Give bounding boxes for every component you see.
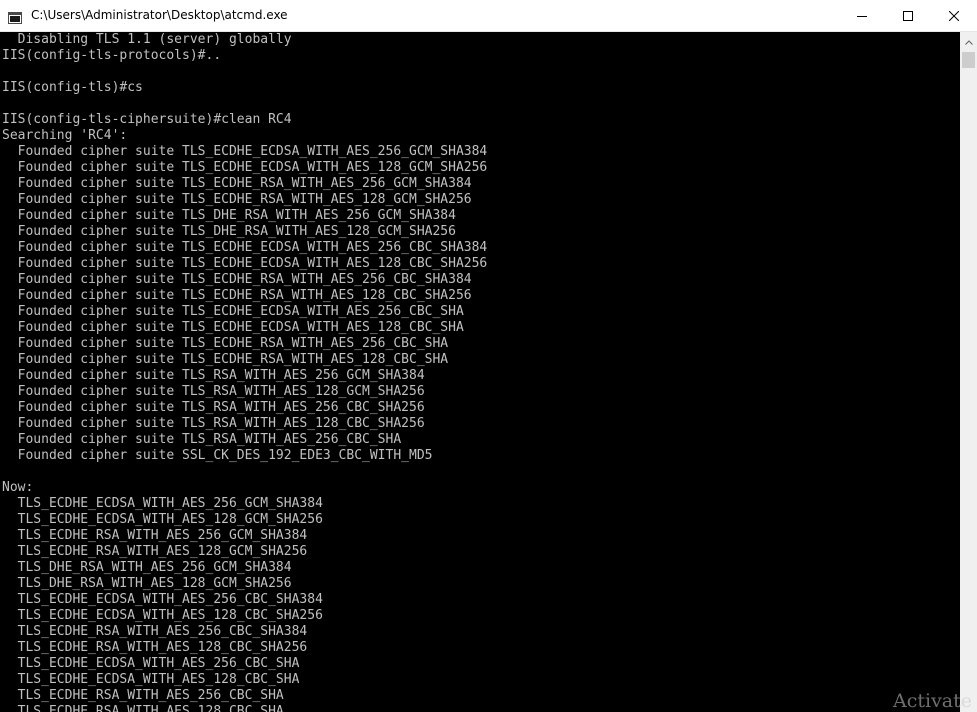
console-line: Searching 'RC4': <box>2 128 128 143</box>
console-line: Founded cipher suite TLS_ECDHE_RSA_WITH_… <box>2 176 472 191</box>
console-line: Now: <box>2 480 34 495</box>
minimize-icon <box>857 6 867 25</box>
console-line: Founded cipher suite TLS_ECDHE_RSA_WITH_… <box>2 336 449 351</box>
console-line: TLS_ECDHE_ECDSA_WITH_AES_128_CBC_SHA256 <box>2 608 323 623</box>
maximize-button[interactable] <box>885 0 931 31</box>
maximize-icon <box>903 6 913 25</box>
console-line: Founded cipher suite TLS_ECDHE_ECDSA_WIT… <box>2 320 464 335</box>
console-line: Founded cipher suite TLS_ECDHE_RSA_WITH_… <box>2 272 472 287</box>
console-line: TLS_ECDHE_RSA_WITH_AES_128_CBC_SHA <box>2 704 284 712</box>
vertical-scrollbar[interactable] <box>960 32 977 712</box>
minimize-button[interactable] <box>839 0 885 31</box>
close-icon <box>948 6 960 25</box>
console-line: Founded cipher suite TLS_RSA_WITH_AES_25… <box>2 400 425 415</box>
console-line: Founded cipher suite TLS_ECDHE_ECDSA_WIT… <box>2 304 464 319</box>
console-line: TLS_ECDHE_RSA_WITH_AES_256_CBC_SHA384 <box>2 624 308 639</box>
scrollbar-thumb[interactable] <box>962 52 975 68</box>
console-line: TLS_ECDHE_ECDSA_WITH_AES_256_GCM_SHA384 <box>2 496 323 511</box>
console-line: TLS_ECDHE_ECDSA_WITH_AES_256_CBC_SHA384 <box>2 592 323 607</box>
console-line: Founded cipher suite SSL_CK_DES_192_EDE3… <box>2 448 433 463</box>
console-line: Founded cipher suite TLS_RSA_WITH_AES_12… <box>2 384 425 399</box>
console-line: TLS_ECDHE_RSA_WITH_AES_128_GCM_SHA256 <box>2 544 308 559</box>
console-line: Founded cipher suite TLS_ECDHE_ECDSA_WIT… <box>2 144 488 159</box>
console-line: Founded cipher suite TLS_DHE_RSA_WITH_AE… <box>2 208 456 223</box>
console-line: Founded cipher suite TLS_ECDHE_RSA_WITH_… <box>2 192 472 207</box>
console-line: Founded cipher suite TLS_RSA_WITH_AES_25… <box>2 368 425 383</box>
console-line: Founded cipher suite TLS_ECDHE_ECDSA_WIT… <box>2 160 488 175</box>
console-line: TLS_ECDHE_RSA_WITH_AES_256_CBC_SHA <box>2 688 284 703</box>
console-line: IIS(config-tls)#cs <box>2 80 143 95</box>
console-line: Founded cipher suite TLS_RSA_WITH_AES_25… <box>2 432 402 447</box>
window-title: C:\Users\Administrator\Desktop\atcmd.exe <box>31 8 288 22</box>
console-line: Founded cipher suite TLS_DHE_RSA_WITH_AE… <box>2 224 456 239</box>
console-app-icon[interactable] <box>8 9 22 24</box>
console-line: TLS_DHE_RSA_WITH_AES_128_GCM_SHA256 <box>2 576 292 591</box>
console-line: TLS_DHE_RSA_WITH_AES_256_GCM_SHA384 <box>2 560 292 575</box>
console-line: IIS(config-tls-protocols)#.. <box>2 48 222 63</box>
console-line: TLS_ECDHE_ECDSA_WITH_AES_128_GCM_SHA256 <box>2 512 323 527</box>
console-output-area[interactable]: Disabling TLS 1.1 (server) globally IIS(… <box>0 32 960 712</box>
console-line: TLS_ECDHE_RSA_WITH_AES_128_CBC_SHA256 <box>2 640 308 655</box>
console-window: C:\Users\Administrator\Desktop\atcmd.exe <box>0 0 977 712</box>
console-line: Founded cipher suite TLS_ECDHE_ECDSA_WIT… <box>2 256 488 271</box>
console-line: Disabling TLS 1.1 (server) globally <box>2 32 292 47</box>
close-button[interactable] <box>931 0 977 31</box>
console-line: IIS(config-tls-ciphersuite)#clean RC4 <box>2 112 292 127</box>
console-output: Disabling TLS 1.1 (server) globally IIS(… <box>0 32 960 712</box>
console-line: TLS_ECDHE_ECDSA_WITH_AES_256_CBC_SHA <box>2 656 300 671</box>
title-bar[interactable]: C:\Users\Administrator\Desktop\atcmd.exe <box>0 0 977 32</box>
console-line: TLS_ECDHE_ECDSA_WITH_AES_128_CBC_SHA <box>2 672 300 687</box>
console-line: Founded cipher suite TLS_ECDHE_RSA_WITH_… <box>2 352 449 367</box>
console-line: Founded cipher suite TLS_ECDHE_RSA_WITH_… <box>2 288 472 303</box>
console-line: TLS_ECDHE_RSA_WITH_AES_256_GCM_SHA384 <box>2 528 308 543</box>
chevron-up-icon <box>964 32 973 50</box>
console-line: Founded cipher suite TLS_RSA_WITH_AES_12… <box>2 416 425 431</box>
scroll-up-button[interactable] <box>960 32 977 49</box>
console-line: Founded cipher suite TLS_ECDHE_ECDSA_WIT… <box>2 240 488 255</box>
